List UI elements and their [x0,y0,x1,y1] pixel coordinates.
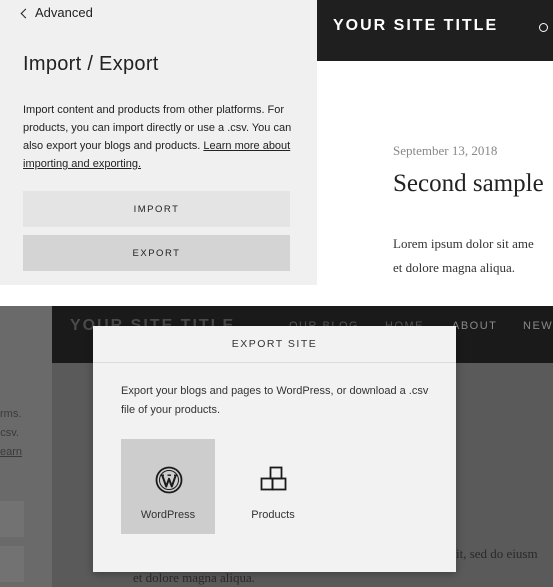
post-excerpt: Lorem ipsum dolor sit ame et dolore magn… [393,232,553,280]
wordpress-icon [155,466,183,494]
dimmed-body-text: et dolore magna aliqua. [133,570,256,585]
dimmed-panel: rms. csv. earn [0,306,52,587]
export-site-screen: rms. csv. earn YOUR SITE TITLE OUR BLOG … [0,306,553,587]
dimmed-panel-text: rms. csv. earn [0,405,23,462]
site-title[interactable]: YOUR SITE TITLE [333,17,498,35]
post-excerpt-line: et dolore magna aliqua. [393,260,516,275]
chevron-left-icon [20,8,31,18]
post-excerpt-line: Lorem ipsum dolor sit ame [393,236,534,251]
products-option[interactable]: Products [226,439,320,534]
export-button[interactable]: EXPORT [23,235,290,271]
panel-description: Import content and products from other p… [23,101,298,173]
import-export-screen: Advanced Import / Export Import content … [0,0,553,285]
dimmed-text-line: csv. [0,427,19,439]
dimmed-import-button [0,501,24,537]
site-header: YOUR SITE TITLE [317,0,553,61]
site-preview: YOUR SITE TITLE September 13, 2018 Secon… [317,0,553,285]
export-site-dialog: EXPORT SITE Export your blogs and pages … [93,326,456,572]
post-title[interactable]: Second sample [393,170,544,198]
dimmed-nav-item: ABOUT [452,320,498,332]
dialog-description: Export your blogs and pages to WordPress… [121,385,429,416]
post-date: September 13, 2018 [393,143,498,158]
wordpress-option-label: WordPress [140,509,196,521]
dimmed-text-line: earn [0,446,23,458]
nav-circle-icon [539,23,548,32]
dimmed-body-text: it, sed do eiusm [456,546,538,561]
dimmed-text-line: rms. [0,408,22,420]
back-label: Advanced [35,5,93,20]
back-advanced-link[interactable]: Advanced [20,5,93,20]
products-icon [260,466,287,491]
wordpress-option[interactable]: WordPress [121,439,215,534]
dimmed-export-button [0,546,24,582]
import-button[interactable]: IMPORT [23,191,290,227]
dialog-title: EXPORT SITE [93,326,456,363]
settings-panel: Advanced Import / Export Import content … [0,0,317,285]
panel-title: Import / Export [23,53,159,75]
dimmed-nav-item: NEW [523,320,553,332]
products-option-label: Products [251,509,295,521]
